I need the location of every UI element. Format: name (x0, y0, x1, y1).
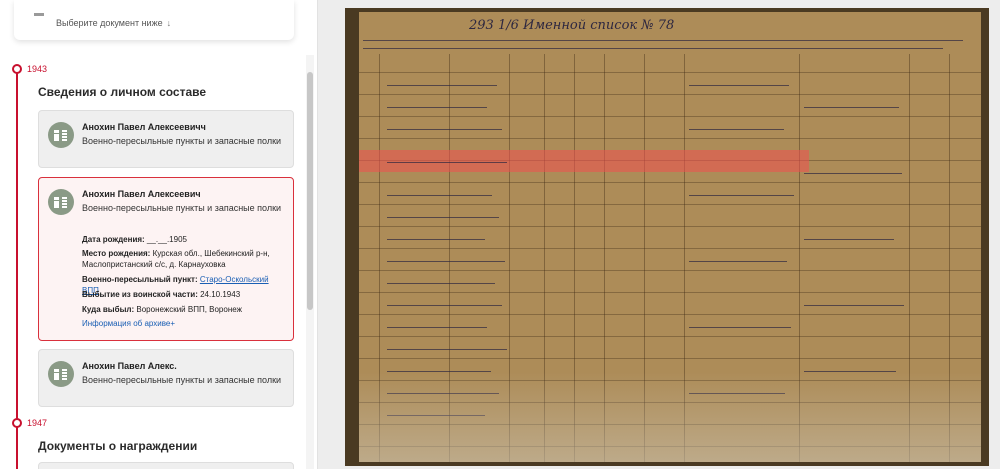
menu-dash-icon (34, 13, 44, 16)
handwritten-entry (387, 195, 492, 196)
person-group-icon (48, 189, 74, 215)
handwritten-entry (387, 349, 507, 350)
table-rule (359, 182, 981, 183)
record-unit: Военно-пересыльные пункты и запасные пол… (82, 203, 282, 213)
birth-place-row: Место рождения: Курская обл., Шебекински… (82, 248, 287, 270)
record-name: Анохин Павел Алексеевичч (82, 122, 206, 132)
table-rule (359, 226, 981, 227)
timeline-line (16, 68, 18, 469)
handwritten-entry (689, 85, 789, 86)
handwritten-entry (387, 129, 502, 130)
departure-row: Выбытие из воинской части: 24.10.1943 (82, 289, 287, 300)
record-card[interactable] (38, 462, 294, 469)
table-rule (359, 336, 981, 337)
handwritten-entry (689, 195, 794, 196)
table-rule (359, 72, 981, 73)
handwritten-entry (804, 239, 894, 240)
document-selector-hint: Выберите документ ниже ↓ (56, 18, 172, 28)
table-rule (359, 94, 981, 95)
archive-document-scan[interactable]: 293 1/6 Именной список № 78 (345, 8, 989, 466)
record-card[interactable]: Анохин Павел Алексеевичч Военно-пересыль… (38, 110, 294, 168)
record-unit: Военно-пересыльные пункты и запасные пол… (82, 375, 282, 385)
handwritten-entry (689, 261, 787, 262)
handwritten-entry (387, 327, 487, 328)
document-heading-line (363, 48, 943, 49)
record-card-selected[interactable]: Анохин Павел Алексеевич Военно-пересыльн… (38, 177, 294, 341)
handwritten-entry (387, 217, 499, 218)
timeline-dot (12, 418, 22, 428)
document-heading-line (363, 40, 963, 41)
handwritten-entry (689, 327, 791, 328)
table-rule (359, 116, 981, 117)
table-rule (359, 270, 981, 271)
handwritten-entry (804, 173, 902, 174)
destination-label: Куда выбыл: (82, 305, 135, 314)
birth-place-label: Место рождения: (82, 249, 151, 258)
handwritten-entry (804, 305, 904, 306)
handwritten-entry (387, 85, 497, 86)
timeline-year: 1947 (27, 418, 48, 428)
table-rule (359, 248, 981, 249)
record-card[interactable]: Анохин Павел Алекс. Военно-пересыльные п… (38, 349, 294, 407)
destination-row: Куда выбыл: Воронежский ВПП, Воронеж (82, 304, 287, 315)
document-header-text: 293 1/6 Именной список № 78 (469, 18, 675, 33)
search-results-panel: Выберите документ ниже ↓ 1943 Сведения о … (0, 0, 318, 469)
handwritten-entry (387, 305, 502, 306)
section-title-personnel: Сведения о личном составе (38, 85, 207, 99)
table-rule (359, 138, 981, 139)
table-rule (359, 292, 981, 293)
handwritten-entry (387, 162, 507, 163)
table-rule (359, 314, 981, 315)
timeline-year: 1943 (27, 64, 48, 74)
record-name: Анохин Павел Алексеевич (82, 189, 201, 199)
document-page: 293 1/6 Именной список № 78 (359, 12, 981, 462)
arrow-down-icon: ↓ (166, 18, 172, 28)
document-viewer[interactable]: 293 1/6 Именной список № 78 (318, 0, 1000, 469)
handwritten-entry (387, 261, 505, 262)
destination-value: Воронежский ВПП, Воронеж (136, 305, 242, 314)
archive-info-link[interactable]: Информация об архиве+ (82, 319, 175, 328)
document-selector[interactable]: Выберите документ ниже ↓ (14, 0, 294, 40)
timeline-dot (12, 64, 22, 74)
handwritten-entry (387, 107, 487, 108)
record-name: Анохин Павел Алекс. (82, 361, 177, 371)
scrollbar-thumb[interactable] (307, 72, 313, 310)
paper-fade (359, 372, 981, 462)
section-title-awards: Документы о награждении (38, 439, 198, 453)
departure-value: 24.10.1943 (200, 290, 241, 299)
birth-date-label: Дата рождения: (82, 235, 145, 244)
record-unit: Военно-пересыльные пункты и запасные пол… (82, 136, 282, 146)
table-rule (359, 358, 981, 359)
handwritten-entry (804, 107, 899, 108)
handwritten-entry (387, 283, 495, 284)
person-group-icon (48, 361, 74, 387)
transit-point-label: Военно-пересыльный пункт: (82, 275, 198, 284)
handwritten-entry (387, 239, 485, 240)
table-rule (359, 204, 981, 205)
birth-date-row: Дата рождения: __.__.1905 (82, 234, 287, 245)
person-group-icon (48, 122, 74, 148)
departure-label: Выбытие из воинской части: (82, 290, 198, 299)
birth-date-value: __.__.1905 (146, 235, 187, 244)
selected-row-highlight (359, 150, 809, 172)
handwritten-entry (689, 129, 784, 130)
